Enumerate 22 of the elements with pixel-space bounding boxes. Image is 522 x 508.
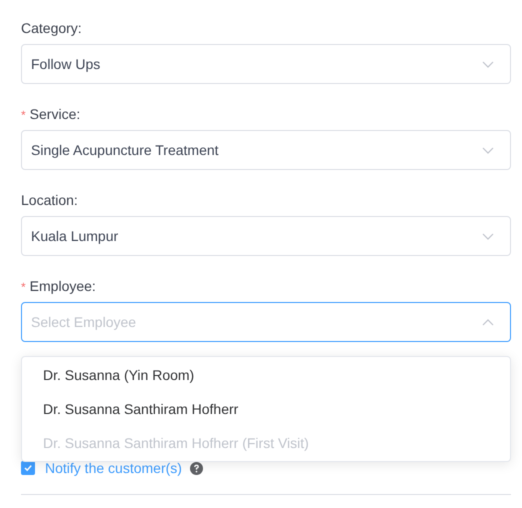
select-value: Kuala Lumpur [31,228,118,244]
field-label: * Employee: [21,278,97,296]
chevron-down-icon [482,232,494,240]
dropdown-option[interactable]: Dr. Susanna (Yin Room) [22,358,510,392]
select-field[interactable]: Select Employee [21,302,511,342]
select-value: Follow Ups [31,56,100,72]
check-icon [23,463,33,473]
select-field[interactable]: Follow Ups [21,44,511,84]
required-asterisk: * [21,108,26,122]
field-label: Location: [21,192,79,210]
chevron-up-icon [482,318,494,326]
select-field[interactable]: Kuala Lumpur [21,216,511,256]
dropdown-option[interactable]: Dr. Susanna Santhiram Hofherr [22,392,510,426]
checkbox[interactable] [21,461,35,475]
select-value: Single Acupuncture Treatment [31,142,219,158]
checkbox-label: Notify the customer(s) [45,460,182,476]
field-label: Category: [21,20,83,38]
chevron-down-icon [482,146,494,154]
select-field[interactable]: Single Acupuncture Treatment [21,130,511,170]
required-asterisk: * [21,280,26,294]
field-label: * Service: [21,106,82,124]
chevron-down-icon [482,60,494,68]
